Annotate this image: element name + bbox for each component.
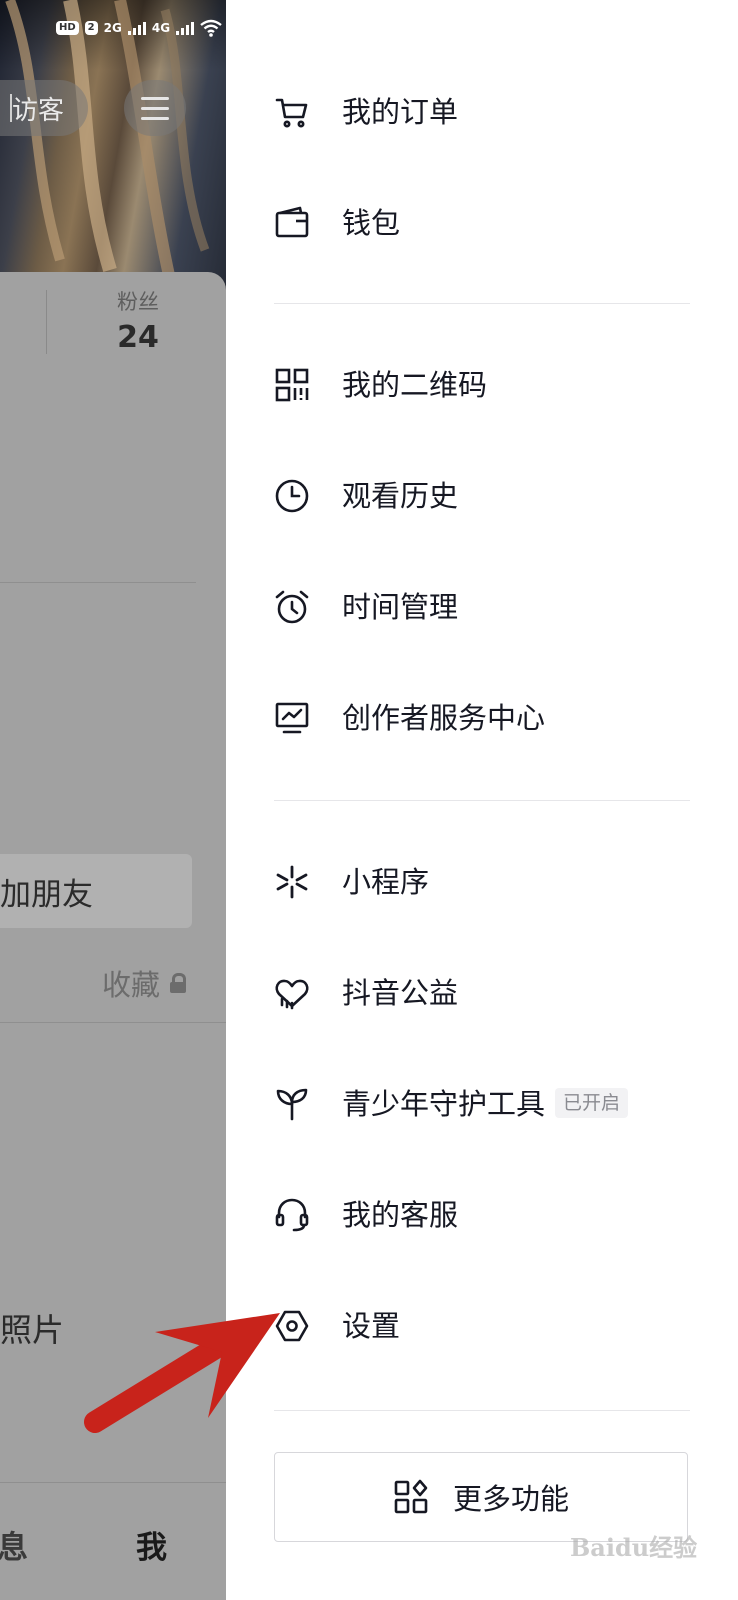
fans-count[interactable]: 24 [100,320,176,355]
menu-label: 时间管理 [342,590,459,624]
divider [0,1482,226,1483]
visitors-button[interactable]: 访客 [0,80,88,136]
menu-item-settings[interactable]: 设置 [226,1286,738,1366]
divider [0,582,196,583]
menu-label: 观看历史 [342,479,459,513]
menu-label: 创作者服务中心 [342,701,546,735]
menu-item-time-management[interactable]: 时间管理 [226,567,738,647]
tab-me[interactable]: 我 [136,1522,167,1567]
favorites-label: 收藏 [102,968,161,1002]
side-drawer: 我的订单 钱包 我的二维码 观看历史 时间管理 创作者服务中心 小程序 抖音公益… [226,0,738,1600]
menu-label: 小程序 [342,865,430,899]
cart-icon [275,98,308,128]
headset-icon [275,1198,309,1232]
menu-label: 我的订单 [342,95,459,129]
clock-icon [275,479,309,513]
signal-icon [127,21,146,35]
menu-item-mini-programs[interactable]: 小程序 [226,842,738,922]
sprout-icon [276,1088,308,1121]
qr-code-icon [275,368,309,402]
menu-item-youth-protection[interactable]: 青少年守护工具 已开启 [226,1064,738,1144]
signal-icon [176,21,195,35]
more-features-label: 更多功能 [452,1482,569,1516]
status-bar: HD 2 2G 4G 2 [56,14,226,42]
charity-heart-icon [275,979,309,1010]
mini-program-icon [276,865,308,899]
tab-favorites[interactable]: 收藏 [102,962,187,1004]
section-divider [274,1410,690,1411]
menu-label: 抖音公益 [342,976,459,1010]
divider [0,1022,226,1023]
menu-item-watch-history[interactable]: 观看历史 [226,456,738,536]
sim-slot-indicator: 2 [84,21,98,35]
cover-illustration [5,0,210,282]
visitors-label: 访客 [11,95,64,126]
wallet-icon [275,206,309,238]
add-friend-label: 加朋友 [0,876,93,913]
status-badge: 已开启 [555,1088,629,1118]
alarm-clock-icon [275,590,309,624]
menu-label: 设置 [342,1309,401,1343]
section-divider [274,800,690,801]
network-4g-label: 4G [151,21,171,35]
tab-messages-label: 消息 [0,1530,28,1566]
lock-icon [170,973,187,993]
menu-label: 钱包 [342,206,401,240]
stat-divider [46,290,47,354]
tab-messages[interactable]: 消息 [0,1522,28,1567]
wifi-icon [200,19,222,37]
fans-label: 粉丝 [117,290,159,314]
settings-hexagon-icon [275,1310,309,1342]
hamburger-menu-icon[interactable] [124,80,186,136]
profile-card [0,272,226,1600]
menu-label: 我的客服 [342,1198,459,1232]
section-divider [274,303,690,304]
hd-indicator: HD [56,21,79,35]
menu-label: 我的二维码 [342,368,488,402]
menu-item-orders[interactable]: 我的订单 [226,72,738,152]
menu-item-creator-center[interactable]: 创作者服务中心 [226,678,738,758]
network-2g-label: 2G [103,21,122,35]
photos-label[interactable]: 照片 [0,1305,64,1351]
menu-item-charity[interactable]: 抖音公益 [226,953,738,1033]
add-friend-button[interactable]: 加朋友 [0,854,192,928]
creator-chart-icon [275,702,309,734]
visitors-icon [10,94,12,122]
baidu-watermark: Baidu经验 [570,1533,698,1562]
menu-item-qr-code[interactable]: 我的二维码 [226,345,738,425]
apps-grid-icon [394,1479,428,1514]
menu-label: 青少年守护工具 已开启 [342,1086,629,1122]
profile-page-dimmed[interactable]: HD 2 2G 4G 2 访客 粉丝 24 加朋友 收藏 照片 消息 我 [0,0,226,1600]
menu-item-wallet[interactable]: 钱包 [226,183,738,263]
menu-item-customer-service[interactable]: 我的客服 [226,1175,738,1255]
